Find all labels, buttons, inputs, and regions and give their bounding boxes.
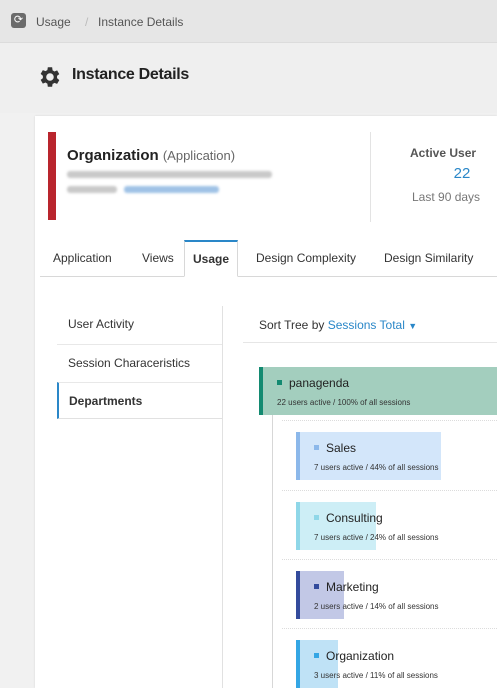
node-accent bbox=[259, 367, 263, 415]
top-bar: ⟳ Usage / Instance Details bbox=[0, 0, 497, 43]
tab-views[interactable]: Views bbox=[142, 240, 174, 276]
active-user-label: Active User bbox=[410, 146, 477, 160]
node-accent bbox=[296, 502, 300, 550]
tab-usage[interactable]: Usage bbox=[184, 240, 239, 277]
node-summary: 3 users active / 11% of all sessions bbox=[314, 671, 438, 680]
bullet-icon bbox=[314, 515, 319, 521]
tree-row-divider bbox=[282, 628, 497, 630]
tree-row-divider bbox=[282, 490, 497, 492]
instance-type: (Application) bbox=[162, 148, 236, 163]
session-share-bar bbox=[296, 640, 338, 688]
bullet-icon bbox=[277, 380, 282, 386]
tree-node[interactable]: panagenda 22 users active / 100% of all s… bbox=[259, 367, 497, 415]
node-name: Sales bbox=[314, 441, 356, 455]
tree-connector bbox=[272, 414, 273, 688]
refresh-icon[interactable]: ⟳ bbox=[11, 13, 26, 28]
subnav-user-activity[interactable]: User Activity bbox=[57, 306, 222, 343]
tab-bar: Application Views Usage Design Complexit… bbox=[40, 240, 497, 277]
instance-name: Organization bbox=[67, 147, 159, 164]
tree-node[interactable]: Organization 3 users active / 11% of all … bbox=[296, 640, 497, 688]
active-user-count[interactable]: 22 bbox=[410, 165, 497, 182]
breadcrumb-usage[interactable]: Usage bbox=[36, 15, 71, 29]
instance-title: Organization (Application) bbox=[67, 147, 235, 164]
node-summary: 2 users active / 14% of all sessions bbox=[314, 602, 439, 611]
subnav-session-characteristics[interactable]: Session Characeristics bbox=[57, 344, 222, 381]
tree-node[interactable]: Sales 7 users active / 44% of all session… bbox=[296, 432, 497, 480]
tab-design-similarity[interactable]: Design Similarity bbox=[384, 240, 473, 276]
redacted-server-path bbox=[67, 171, 272, 178]
node-label: Organization bbox=[326, 649, 395, 663]
tree-row-divider bbox=[282, 420, 497, 422]
node-label: panagenda bbox=[289, 376, 350, 390]
node-label: Marketing bbox=[326, 580, 379, 594]
instance-accent-bar bbox=[48, 132, 56, 220]
session-share-bar bbox=[296, 502, 376, 550]
sort-divider bbox=[243, 342, 497, 343]
node-name: Marketing bbox=[314, 580, 379, 594]
session-share-bar bbox=[296, 432, 441, 480]
redacted-replica-label bbox=[67, 186, 117, 193]
node-name: panagenda bbox=[277, 376, 349, 390]
node-label: Consulting bbox=[326, 511, 383, 525]
redacted-replica-id[interactable] bbox=[124, 186, 219, 193]
gear-icon bbox=[40, 67, 60, 87]
session-share-bar bbox=[259, 367, 497, 415]
node-accent bbox=[296, 640, 300, 688]
session-share-bar bbox=[296, 571, 344, 619]
tab-design-complexity[interactable]: Design Complexity bbox=[256, 240, 356, 276]
active-user-period: Last 90 days bbox=[412, 190, 481, 204]
sort-label: Sort Tree by bbox=[259, 318, 325, 332]
node-summary: 22 users active / 100% of all sessions bbox=[277, 398, 411, 407]
bullet-icon bbox=[314, 653, 319, 659]
tree-node[interactable]: Consulting 7 users active / 24% of all se… bbox=[296, 502, 497, 550]
node-accent bbox=[296, 571, 300, 619]
bullet-icon bbox=[314, 445, 319, 451]
node-name: Consulting bbox=[314, 511, 383, 525]
sort-control[interactable]: Sort Tree by Sessions Total ▼ bbox=[259, 318, 417, 332]
tree-node[interactable]: Marketing 2 users active / 14% of all ses… bbox=[296, 571, 497, 619]
node-accent bbox=[296, 432, 300, 480]
subnav-departments[interactable]: Departments bbox=[57, 382, 222, 419]
bullet-icon bbox=[314, 584, 319, 590]
sort-value[interactable]: Sessions Total bbox=[328, 318, 405, 332]
page-title: Instance Details bbox=[72, 66, 190, 83]
caret-down-icon[interactable]: ▼ bbox=[408, 321, 417, 331]
tree-row-divider bbox=[282, 559, 497, 561]
node-name: Organization bbox=[314, 649, 394, 663]
usage-subnav: User Activity Session Characeristics Dep… bbox=[57, 306, 223, 688]
node-summary: 7 users active / 24% of all sessions bbox=[314, 533, 439, 542]
node-summary: 7 users active / 44% of all sessions bbox=[314, 463, 439, 472]
breadcrumb-instance-details: Instance Details bbox=[98, 15, 184, 29]
node-label: Sales bbox=[326, 441, 357, 455]
breadcrumb-separator: / bbox=[85, 15, 89, 29]
tab-application[interactable]: Application bbox=[53, 240, 112, 276]
stats-divider bbox=[370, 132, 371, 222]
